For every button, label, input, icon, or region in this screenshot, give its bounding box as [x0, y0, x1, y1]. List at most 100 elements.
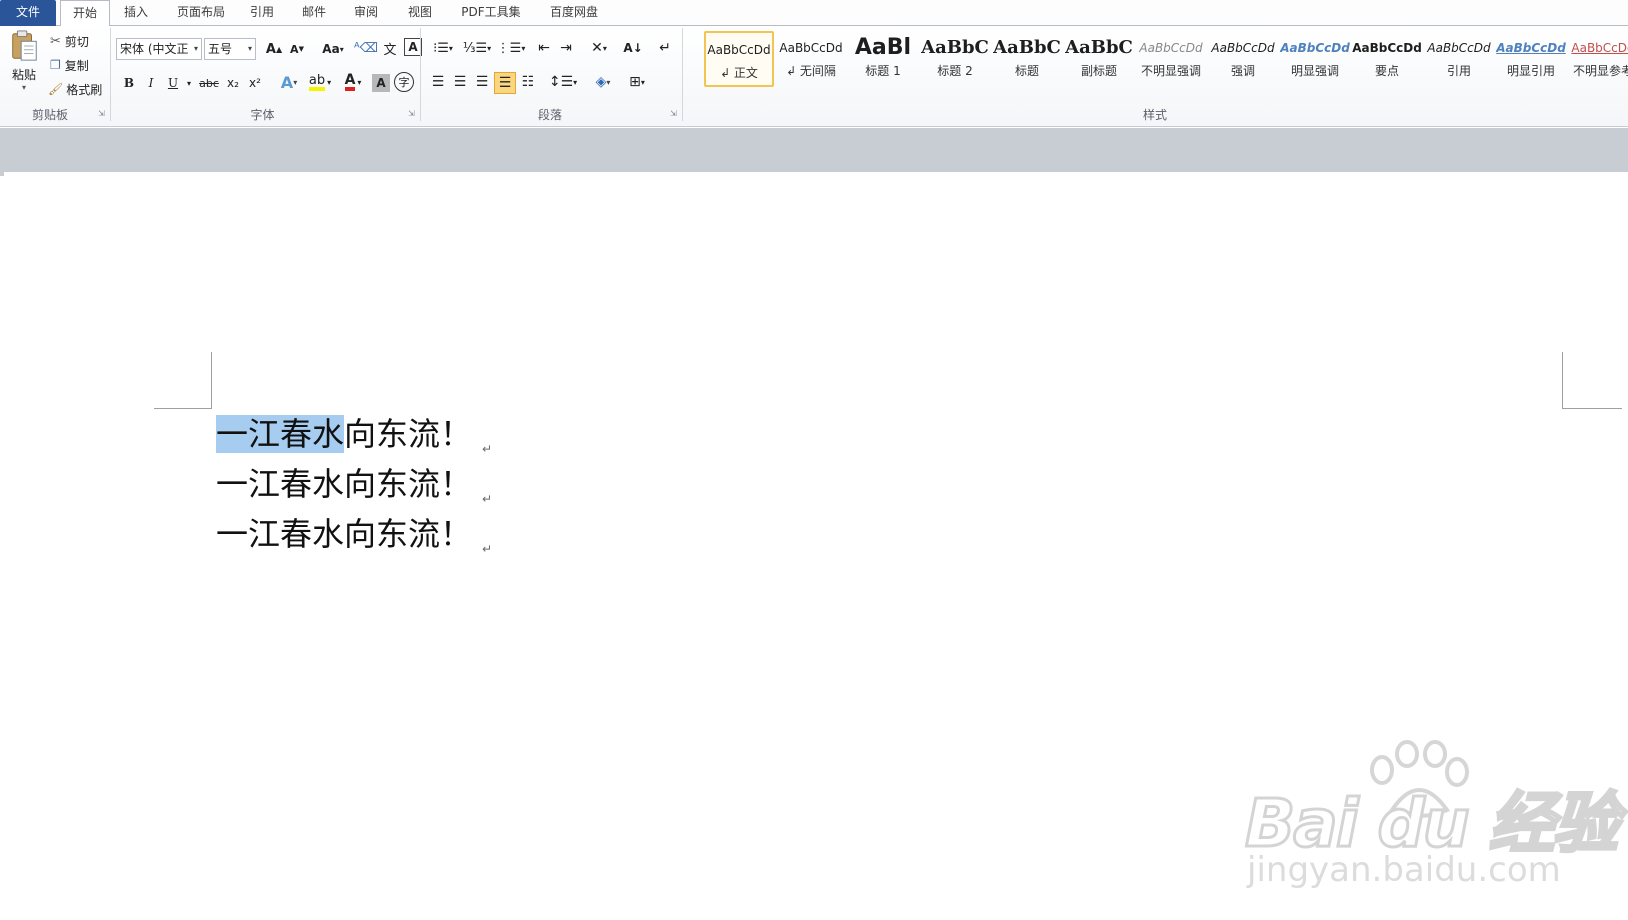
- tab-review[interactable]: 审阅: [346, 0, 386, 26]
- style-preview: AaBbC: [993, 37, 1061, 58]
- copy-button[interactable]: ❐ 复制: [50, 56, 89, 74]
- align-left-icon[interactable]: ☰: [428, 72, 448, 92]
- strikethrough-button[interactable]: abc: [198, 74, 220, 92]
- style-subtle-reference[interactable]: AaBbCcDd 不明显参考: [1568, 31, 1628, 87]
- text-effects-icon[interactable]: A ▾: [276, 72, 302, 92]
- style-subtle-emphasis[interactable]: AaBbCcDd 不明显强调: [1136, 31, 1206, 87]
- styles-group-label: 样式: [1142, 108, 1167, 122]
- bold-button[interactable]: B: [120, 74, 138, 92]
- font-size-value: 五号: [208, 42, 233, 56]
- styles-gallery: AaBbCcDd ↲ 正文 AaBbCcDd ↲ 无间隔 AaBl 标题 1 A…: [704, 31, 1628, 89]
- sort-icon[interactable]: A↓: [622, 38, 644, 58]
- tab-file[interactable]: 文件: [0, 0, 56, 26]
- paste-dropdown-arrow-icon[interactable]: ▾: [22, 83, 26, 92]
- tab-pdf-tools[interactable]: PDF工具集: [454, 0, 528, 26]
- copy-icon: ❐: [50, 58, 61, 72]
- paragraph-text: 一江春水向东流！: [216, 465, 473, 503]
- copy-label: 复制: [64, 58, 89, 73]
- style-name: ↲ 无间隔: [786, 64, 836, 78]
- format-painter-button[interactable]: 🖌 格式刷: [48, 80, 102, 98]
- style-preview: AaBbCcDd: [707, 43, 771, 57]
- style-normal[interactable]: AaBbCcDd ↲ 正文: [704, 31, 774, 87]
- enclose-characters-icon[interactable]: 字: [394, 72, 414, 92]
- tab-references[interactable]: 引用: [242, 0, 282, 26]
- increase-indent-icon[interactable]: ⇥: [556, 38, 576, 58]
- style-name: ↲ 正文: [720, 66, 758, 80]
- align-right-icon[interactable]: ☰: [472, 72, 492, 92]
- chinese-layout-icon[interactable]: ✕ ▾: [584, 38, 614, 58]
- style-heading-1[interactable]: AaBl 标题 1: [848, 31, 918, 87]
- style-no-spacing[interactable]: AaBbCcDd ↲ 无间隔: [776, 31, 846, 87]
- style-emphasis[interactable]: AaBbCcDd 强调: [1208, 31, 1278, 87]
- style-heading-2[interactable]: AaBbC 标题 2: [920, 31, 990, 87]
- crop-mark-top-right: [1562, 408, 1622, 409]
- superscript-button[interactable]: x²: [246, 74, 264, 92]
- tab-mailings[interactable]: 邮件: [294, 0, 334, 26]
- line-spacing-icon[interactable]: ↕☰ ▾: [548, 72, 578, 92]
- paragraph-dialog-launcher-icon[interactable]: ⇲: [670, 109, 677, 118]
- show-paragraph-marks-icon[interactable]: ↵: [656, 38, 674, 58]
- grow-font-icon[interactable]: A ▲: [264, 40, 284, 58]
- italic-button[interactable]: I: [142, 74, 160, 92]
- style-name: 要点: [1374, 64, 1399, 78]
- font-dialog-launcher-icon[interactable]: ⇲: [408, 109, 415, 118]
- character-shading-icon[interactable]: A: [372, 74, 390, 92]
- document-paragraph-3[interactable]: 一江春水向东流！ ↵: [216, 510, 492, 558]
- style-preview: AaBbCcDd: [779, 41, 843, 55]
- multilevel-list-icon[interactable]: ⋮☰ ▾: [496, 38, 526, 58]
- shrink-font-icon[interactable]: A ▼: [288, 40, 306, 58]
- style-intense-quote[interactable]: AaBbCcDd 明显引用: [1496, 31, 1566, 87]
- style-quote[interactable]: AaBbCcDd 引用: [1424, 31, 1494, 87]
- format-painter-label: 格式刷: [66, 82, 103, 97]
- paragraph-group-label: 段落: [537, 108, 562, 122]
- tab-baidu-netdisk[interactable]: 百度网盘: [540, 0, 608, 26]
- highlighter-icon: ab: [308, 74, 326, 91]
- style-preview: AaBbC: [921, 37, 989, 58]
- justify-icon[interactable]: ☰: [494, 72, 516, 94]
- decrease-indent-icon[interactable]: ⇤: [534, 38, 554, 58]
- document-paragraph-1[interactable]: 一江春水向东流！ ↵: [216, 410, 492, 458]
- tab-home[interactable]: 开始: [60, 0, 110, 27]
- style-preview: AaBbCcDd: [1139, 41, 1203, 55]
- cut-button[interactable]: ✂ 剪切: [50, 32, 89, 50]
- align-center-icon[interactable]: ☰: [450, 72, 470, 92]
- crop-mark-top-left: [154, 408, 212, 409]
- underline-dropdown-icon[interactable]: ▾: [184, 74, 194, 92]
- paste-label: 粘贴: [11, 68, 36, 82]
- style-name: 明显强调: [1290, 64, 1339, 78]
- paste-button[interactable]: 粘贴 ▾: [6, 30, 42, 92]
- style-strong[interactable]: AaBbCcDd 要点: [1352, 31, 1422, 87]
- style-subtitle[interactable]: AaBbC 副标题: [1064, 31, 1134, 87]
- shading-icon[interactable]: ◈ ▾: [588, 72, 618, 92]
- underline-button[interactable]: U: [164, 74, 182, 92]
- borders-icon[interactable]: ⊞ ▾: [622, 72, 652, 92]
- document-paragraph-2[interactable]: 一江春水向东流！ ↵: [216, 460, 492, 508]
- style-name: 强调: [1230, 64, 1255, 78]
- baidu-jingyan-watermark: Bai du 经验 jingyan.baidu.com: [1244, 740, 1625, 890]
- cut-label: 剪切: [64, 34, 89, 49]
- bullets-icon[interactable]: ⁝☰ ▾: [428, 38, 458, 58]
- font-color-button[interactable]: A ▾: [340, 72, 366, 92]
- change-case-button[interactable]: Aa ▾: [318, 40, 348, 58]
- style-intense-emphasis[interactable]: AaBbCcDd 明显强调: [1280, 31, 1350, 87]
- distributed-icon[interactable]: ☷: [518, 72, 538, 92]
- phonetic-guide-icon[interactable]: 文: [380, 38, 400, 58]
- clipboard-dialog-launcher-icon[interactable]: ⇲: [98, 109, 105, 118]
- crop-mark-top-left: [211, 352, 212, 408]
- tab-insert[interactable]: 插入: [114, 0, 158, 26]
- text-highlight-color-button[interactable]: ab ▾: [306, 72, 334, 92]
- font-name-dropdown[interactable]: 宋体 (中文正 ▾: [116, 38, 202, 60]
- selected-text[interactable]: 一江春水: [216, 415, 345, 453]
- change-case-label: Aa: [322, 42, 340, 56]
- style-title[interactable]: AaBbC 标题: [992, 31, 1062, 87]
- numbering-icon[interactable]: ⅓☰ ▾: [462, 38, 492, 58]
- ribbon-home: 粘贴 ▾ ✂ 剪切 ❐ 复制 🖌 格式刷 剪贴板 ⇲ 宋体 (中文正 ▾ 五号 …: [0, 26, 1628, 127]
- tab-view[interactable]: 视图: [398, 0, 442, 26]
- style-name: 标题 2: [937, 64, 973, 78]
- subscript-button[interactable]: x₂: [224, 74, 242, 92]
- clear-formatting-icon[interactable]: ᴬ⌫: [354, 38, 378, 58]
- watermark-url: jingyan.baidu.com: [1247, 850, 1561, 890]
- font-size-dropdown[interactable]: 五号 ▾: [204, 38, 256, 60]
- style-preview: AaBbCcDd: [1427, 41, 1491, 55]
- tab-page-layout[interactable]: 页面布局: [168, 0, 234, 26]
